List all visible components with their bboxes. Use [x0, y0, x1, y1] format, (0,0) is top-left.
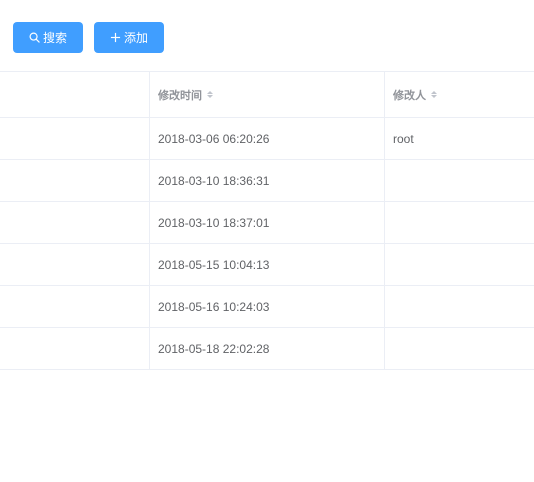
data-table: 修改时间 修改人 2018-03-06 06:20:26 root 2018-0…: [0, 71, 534, 370]
column-header-modifier[interactable]: 修改人: [385, 72, 534, 117]
modifier-cell: [385, 328, 534, 369]
modified-time-cell: 2018-05-18 22:02:28: [150, 328, 385, 369]
table-cell: [0, 202, 150, 243]
page: 搜索 添加 修改时间 修改人 2018-03-06 06:20:26 root …: [0, 0, 534, 482]
modified-time-cell: 2018-05-15 10:04:13: [150, 244, 385, 285]
modifier-cell: [385, 160, 534, 201]
table-cell: [0, 286, 150, 327]
modifier-cell: [385, 202, 534, 243]
column-header-label: 修改人: [393, 89, 426, 102]
table-row[interactable]: 2018-05-18 22:02:28: [0, 328, 534, 370]
sort-icon[interactable]: [207, 91, 213, 98]
modifier-cell: [385, 244, 534, 285]
search-icon: [29, 32, 40, 43]
add-button[interactable]: 添加: [94, 22, 164, 53]
modified-time-cell: 2018-03-10 18:36:31: [150, 160, 385, 201]
table-row[interactable]: 2018-03-10 18:37:01: [0, 202, 534, 244]
modifier-cell: [385, 286, 534, 327]
table-cell: [0, 118, 150, 159]
search-button-label: 搜索: [42, 31, 67, 45]
sort-icon[interactable]: [431, 91, 437, 98]
modifier-cell: root: [393, 131, 414, 146]
table-row[interactable]: 2018-05-15 10:04:13: [0, 244, 534, 286]
table-row[interactable]: 2018-05-16 10:24:03: [0, 286, 534, 328]
modified-time-cell: 2018-03-10 18:37:01: [150, 202, 385, 243]
table-header-row: 修改时间 修改人: [0, 72, 534, 118]
table-row[interactable]: 2018-03-06 06:20:26 root: [0, 118, 534, 160]
column-header-modified-time[interactable]: 修改时间: [150, 72, 385, 117]
modified-time-cell: 2018-05-16 10:24:03: [150, 286, 385, 327]
add-button-label: 添加: [123, 31, 148, 45]
modified-time-cell: 2018-03-06 06:20:26: [150, 118, 385, 159]
column-header-label: 修改时间: [158, 89, 202, 102]
column-header-truncated: [0, 72, 150, 117]
search-button[interactable]: 搜索: [13, 22, 83, 53]
table-row[interactable]: 2018-03-10 18:36:31: [0, 160, 534, 202]
table-cell: [0, 160, 150, 201]
plus-icon: [110, 32, 121, 43]
table-cell: [0, 328, 150, 369]
table-cell: [0, 244, 150, 285]
